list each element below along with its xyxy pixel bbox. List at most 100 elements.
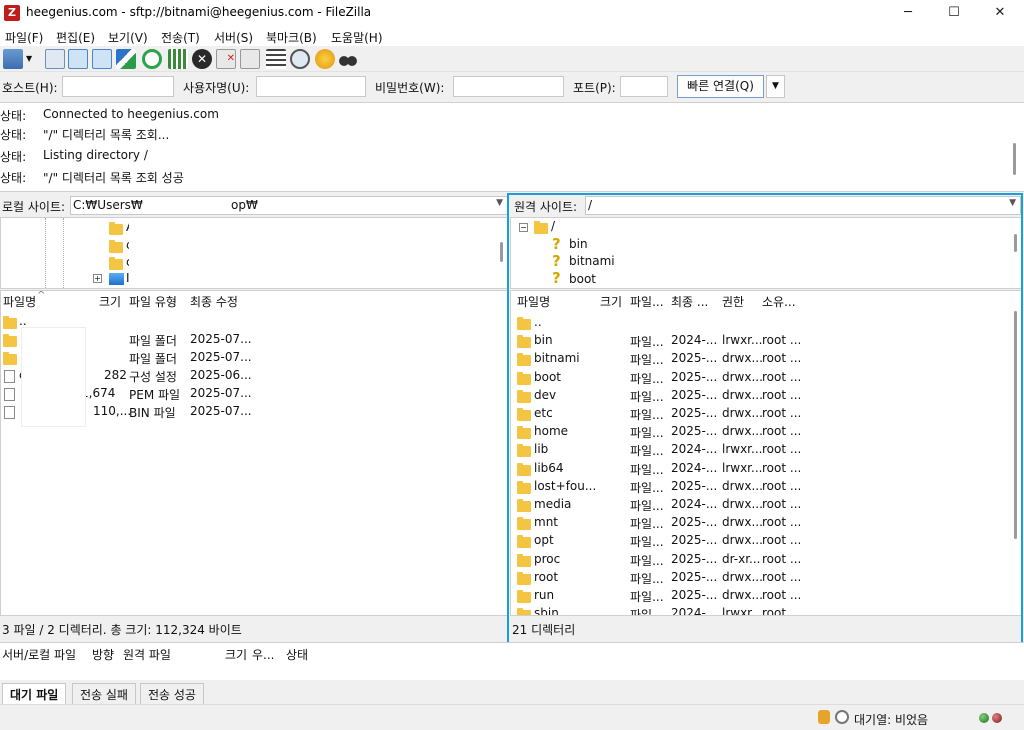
file-name[interactable]: media (534, 497, 571, 511)
log-scrollbar[interactable] (1013, 143, 1016, 175)
host-input[interactable] (62, 76, 174, 97)
queue-list[interactable] (0, 664, 1024, 680)
column-filename[interactable]: 파일명 (3, 293, 36, 310)
file-name[interactable]: proc (534, 552, 560, 566)
column-permissions[interactable]: 권한 (722, 293, 744, 310)
column-modified[interactable]: 최종 수정 (190, 293, 238, 310)
local-tree[interactable]: A c c + I (0, 217, 508, 289)
tree-node-label[interactable]: boot (569, 272, 596, 286)
menu-server[interactable]: 서버(S) (214, 29, 253, 46)
table-row[interactable]: run 파일... 2025-... drwx... root ... (511, 587, 1011, 605)
table-row[interactable]: opt 파일... 2025-... drwx... root ... (511, 532, 1011, 550)
compare-icon[interactable] (290, 49, 310, 69)
info-icon[interactable] (835, 710, 849, 724)
queue-col-file[interactable]: 서버/로컬 파일 (2, 646, 76, 663)
file-name[interactable]: lib (534, 442, 548, 456)
remote-tree-scrollbar[interactable] (1014, 234, 1017, 252)
table-row[interactable]: dev 파일... 2025-... drwx... root ... (511, 387, 1011, 405)
toggle-log-icon[interactable] (45, 49, 65, 69)
menu-file[interactable]: 파일(F) (5, 29, 43, 46)
parent-dir-label[interactable]: .. (19, 314, 27, 328)
column-size[interactable]: 크기 (600, 293, 622, 310)
table-row[interactable]: proc 파일... 2025-... dr-xr... root ... (511, 551, 1011, 569)
remote-list-scrollbar[interactable] (1014, 311, 1017, 539)
file-name[interactable]: sbin (534, 606, 559, 615)
remote-file-list[interactable]: 파일명 크기 파일... 최종 ... 권한 소유... .. bin 파일... 2… (510, 290, 1022, 616)
file-name[interactable]: etc (534, 406, 553, 420)
quickconnect-button[interactable]: 빠른 연결(Q) (677, 75, 764, 98)
table-row[interactable]: etc 파일... 2025-... drwx... root ... (511, 405, 1011, 423)
menu-bookmarks[interactable]: 북마크(B) (266, 29, 317, 46)
table-row[interactable]: mnt 파일... 2025-... drwx... root ... (511, 514, 1011, 532)
table-row[interactable]: bitnami 파일... 2025-... drwx... root ... (511, 350, 1011, 368)
table-row[interactable]: lib64 파일... 2024-... lrwxr... root ... (511, 460, 1011, 478)
table-row[interactable]: bin 파일... 2024-... lrwxr... root ... (511, 332, 1011, 350)
tree-collapse-icon[interactable]: − (519, 223, 528, 232)
file-name[interactable]: bin (534, 333, 553, 347)
tree-node-label[interactable]: bitnami (569, 254, 615, 268)
minimize-button[interactable]: ─ (885, 0, 931, 26)
refresh-icon[interactable] (142, 49, 162, 69)
menu-edit[interactable]: 편집(E) (56, 29, 95, 46)
file-name[interactable]: lost+fou... (534, 479, 596, 493)
tab-failed-transfers[interactable]: 전송 실패 (72, 683, 136, 704)
reconnect-icon[interactable] (240, 49, 260, 69)
cancel-icon[interactable]: ✕ (192, 49, 212, 69)
table-row[interactable]: lib 파일... 2024-... lrwxr... root ... (511, 441, 1011, 459)
password-input[interactable] (453, 76, 564, 97)
menu-help[interactable]: 도움말(H) (331, 29, 383, 46)
queue-col-priority[interactable]: 우... (252, 646, 274, 663)
column-filename[interactable]: 파일명 (517, 293, 550, 310)
chevron-down-icon[interactable]: ▼ (1009, 198, 1016, 208)
table-row[interactable]: root 파일... 2025-... drwx... root ... (511, 569, 1011, 587)
site-manager-dropdown-icon[interactable]: ▼ (26, 49, 36, 69)
table-row[interactable]: lost+fou... 파일... 2025-... drwx... root ... (511, 478, 1011, 496)
file-name[interactable]: run (534, 588, 554, 602)
username-input[interactable] (256, 76, 366, 97)
remote-path-input[interactable]: / ▼ (585, 196, 1021, 215)
tree-node-label[interactable]: bin (569, 237, 588, 251)
file-name[interactable]: bitnami (534, 351, 580, 365)
file-name[interactable]: root (534, 570, 558, 584)
table-row[interactable]: home 파일... 2025-... drwx... root ... (511, 423, 1011, 441)
menu-transfer[interactable]: 전송(T) (161, 29, 200, 46)
queue-col-status[interactable]: 상태 (286, 646, 308, 663)
parent-dir-row[interactable]: .. (511, 314, 1011, 332)
column-type[interactable]: 파일... (630, 293, 664, 310)
disconnect-icon[interactable]: ✕ (216, 49, 236, 69)
column-type[interactable]: 파일 유형 (129, 293, 177, 310)
file-name[interactable]: home (534, 424, 568, 438)
queue-col-remote[interactable]: 원격 파일 (123, 646, 171, 663)
port-input[interactable] (620, 76, 668, 97)
tree-node-root[interactable]: / (551, 219, 555, 233)
queue-col-direction[interactable]: 방향 (92, 646, 114, 663)
file-name[interactable]: opt (534, 533, 554, 547)
menu-view[interactable]: 보기(V) (108, 29, 148, 46)
file-name[interactable]: .. (534, 315, 542, 329)
queue-col-size[interactable]: 크기 (225, 646, 247, 663)
column-owner[interactable]: 소유... (762, 293, 796, 310)
lock-icon[interactable] (818, 710, 830, 724)
tab-successful-transfers[interactable]: 전송 성공 (140, 683, 204, 704)
quickconnect-history-dropdown[interactable]: ▼ (766, 75, 785, 98)
filter-icon[interactable] (266, 49, 286, 69)
search-icon[interactable] (338, 49, 358, 69)
sync-browse-icon[interactable] (315, 49, 335, 69)
tree-expand-icon[interactable]: + (93, 274, 102, 283)
table-row[interactable]: media 파일... 2024-... drwx... root ... (511, 496, 1011, 514)
site-manager-icon[interactable] (3, 49, 23, 69)
table-row[interactable]: boot 파일... 2025-... drwx... root ... (511, 369, 1011, 387)
column-size[interactable]: 크기 (99, 293, 121, 310)
local-path-input[interactable]: C:₩Users₩ op₩ ▼ (70, 196, 508, 215)
tab-queued-files[interactable]: 대기 파일 (2, 683, 67, 704)
file-name[interactable]: boot (534, 370, 561, 384)
toggle-local-tree-icon[interactable] (68, 49, 88, 69)
file-name[interactable]: mnt (534, 515, 558, 529)
local-tree-scrollbar[interactable] (500, 242, 503, 262)
toggle-remote-tree-icon[interactable] (92, 49, 112, 69)
column-modified[interactable]: 최종 ... (671, 293, 708, 310)
toggle-queue-icon[interactable] (116, 49, 136, 69)
close-button[interactable]: ✕ (977, 0, 1023, 26)
maximize-button[interactable]: ☐ (931, 0, 977, 26)
file-name[interactable]: lib64 (534, 461, 564, 475)
